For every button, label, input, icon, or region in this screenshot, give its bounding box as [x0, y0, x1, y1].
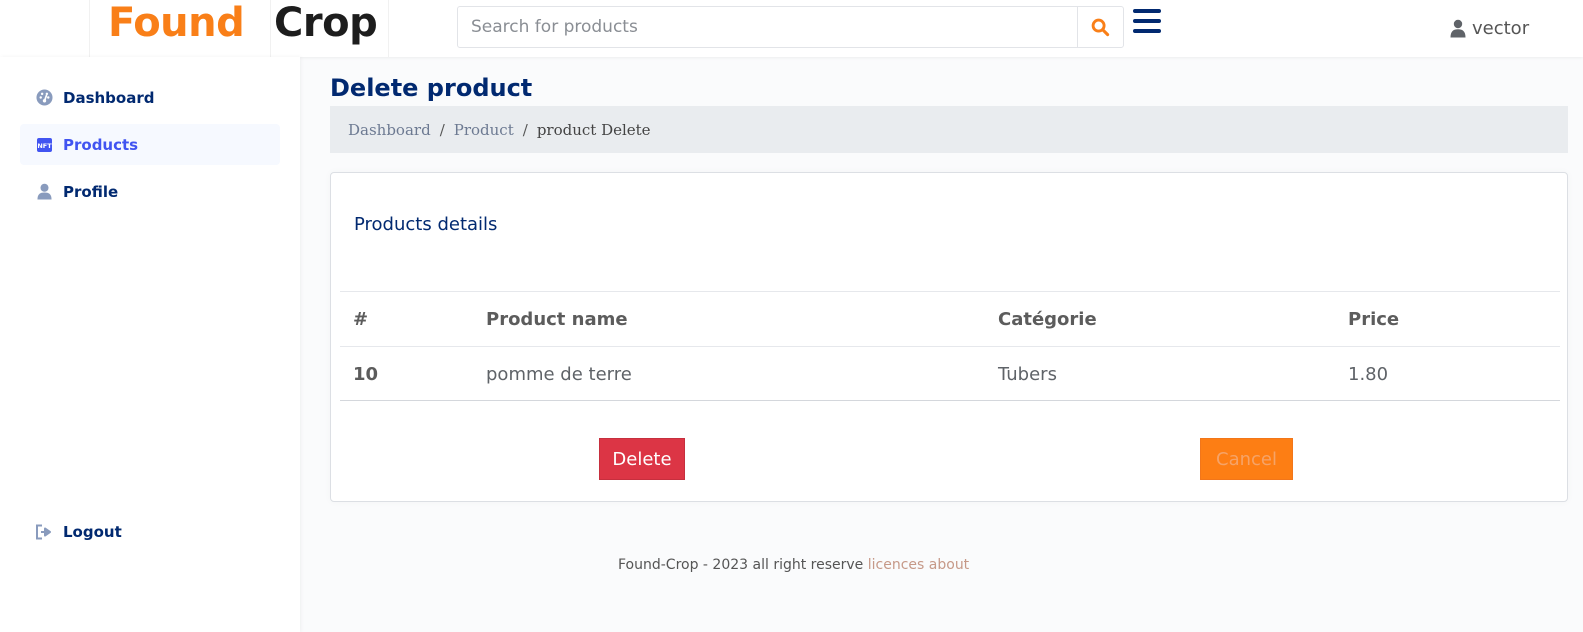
footer-link-licences[interactable]: licences: [868, 557, 925, 573]
brand-name-first: Found: [108, 0, 245, 46]
search-button[interactable]: [1077, 7, 1123, 47]
column-header-id: #: [353, 309, 369, 330]
cancel-button[interactable]: Cancel: [1200, 438, 1293, 480]
table-header-row: # Product name Catégorie Price: [340, 291, 1560, 346]
user-menu[interactable]: vector: [1450, 15, 1529, 41]
breadcrumb-separator: /: [522, 120, 528, 139]
page-title: Delete product: [330, 74, 533, 102]
footer-text: Found-Crop - 2023 all right reserve: [618, 557, 864, 573]
person-icon: [35, 183, 53, 201]
hamburger-icon[interactable]: [1133, 9, 1163, 37]
products-table: # Product name Catégorie Price 10 pomme …: [340, 291, 1560, 401]
sidebar-item-label: Profile: [63, 182, 119, 201]
nft-icon: NFT: [35, 136, 53, 154]
logout-icon: [35, 523, 53, 541]
svg-text:NFT: NFT: [37, 142, 52, 150]
search-bar: [457, 6, 1124, 48]
cell-price: 1.80: [1348, 364, 1389, 385]
sidebar-item-profile[interactable]: Profile: [20, 171, 280, 212]
product-details-card: Products details # Product name Catégori…: [330, 172, 1568, 502]
breadcrumb-dashboard[interactable]: Dashboard: [348, 121, 431, 139]
search-input[interactable]: [458, 7, 1076, 47]
sidebar: Dashboard NFT Products Profile Logout: [0, 57, 300, 632]
cell-id: 10: [353, 364, 379, 385]
cell-category: Tubers: [998, 364, 1057, 385]
search-icon: [1091, 18, 1110, 36]
dashboard-icon: [35, 89, 53, 107]
sidebar-item-label: Products: [63, 135, 139, 154]
sidebar-item-label: Dashboard: [63, 88, 155, 107]
sidebar-item-dashboard[interactable]: Dashboard: [20, 77, 280, 118]
breadcrumb: Dashboard / Product / product Delete: [330, 106, 1568, 153]
delete-button[interactable]: Delete: [599, 438, 685, 480]
brand-divider: [270, 0, 271, 57]
card-title: Products details: [354, 214, 498, 235]
sidebar-item-logout[interactable]: Logout: [20, 511, 280, 552]
user-name: vector: [1472, 17, 1530, 39]
footer: Found-Crop - 2023 all right reserve lice…: [618, 557, 969, 573]
brand-name-second: Crop: [274, 0, 378, 46]
cell-product-name: pomme de terre: [486, 364, 632, 385]
footer-link-about[interactable]: about: [929, 557, 969, 573]
top-header: Found Crop vector: [0, 0, 1583, 57]
table-row: 10 pomme de terre Tubers 1.80: [340, 346, 1560, 401]
sidebar-item-products[interactable]: NFT Products: [20, 124, 280, 165]
breadcrumb-current: product Delete: [536, 120, 651, 139]
column-header-name: Product name: [486, 309, 628, 330]
column-header-price: Price: [1348, 309, 1400, 330]
breadcrumb-product[interactable]: Product: [454, 121, 514, 139]
breadcrumb-separator: /: [439, 120, 445, 139]
sidebar-item-label: Logout: [63, 522, 122, 541]
brand-logo[interactable]: Found Crop: [89, 0, 389, 57]
user-icon: [1450, 19, 1466, 37]
column-header-category: Catégorie: [998, 309, 1097, 330]
